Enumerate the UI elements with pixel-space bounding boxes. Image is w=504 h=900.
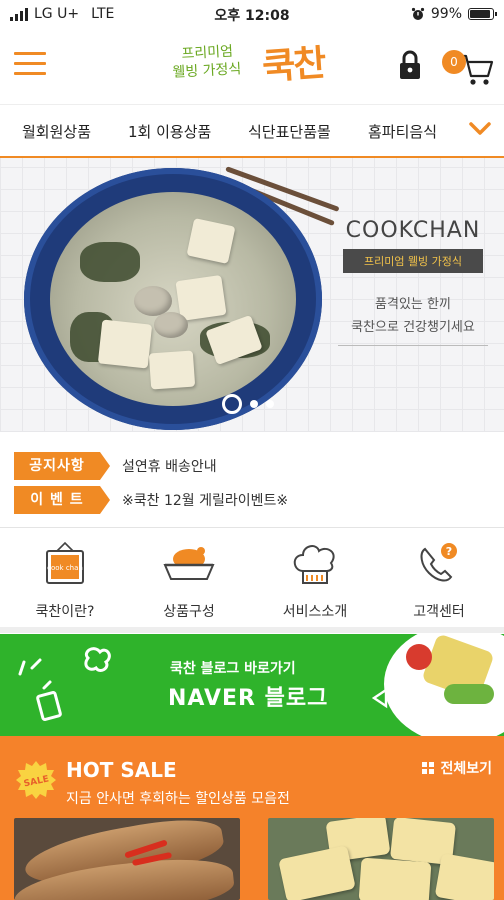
carousel-indicator [222, 394, 274, 414]
logo-tagline: 프리미엄 웰빙 가정식 [171, 42, 242, 82]
quick-label-support: 고객센터 [413, 604, 465, 620]
view-all-label: 전체보기 [440, 761, 492, 777]
notice-text[interactable]: 설연휴 배송안내 [122, 456, 217, 476]
chevron-down-icon[interactable] [468, 119, 492, 139]
event-tag: 이 벤 트 [14, 486, 110, 514]
carousel-dot-active[interactable] [222, 394, 242, 414]
event-row[interactable]: 이 벤 트 ※쿡찬 12월 게릴라이벤트※ [14, 486, 288, 514]
confetti-icon [18, 647, 111, 721]
naver-banner-caption: 쿡찬 블로그 바로가기 [170, 661, 296, 677]
logo-tagline-line2: 웰빙 가정식 [172, 61, 242, 81]
banner-text: COOKCHAN 프리미엄 웰빙 가정식 품격있는 한끼 쿡찬으로 건강챙기세요 [330, 218, 496, 346]
phone-question-icon: ? [420, 543, 457, 582]
grid-icon [422, 762, 435, 774]
naver-banner-title: NAVER 블로그 [168, 686, 329, 711]
banner-line2: 쿡찬으로 건강챙기세요 [351, 320, 475, 335]
quick-menu: cook chan 쿡찬이란? 상품구성 서비스소개 ? 고객센터 [0, 529, 504, 633]
alarm-icon [411, 7, 424, 20]
carousel-dot[interactable] [266, 400, 274, 408]
menu-icon[interactable] [14, 52, 46, 76]
chicken-dish-icon [163, 547, 215, 580]
chef-hat-icon [293, 545, 335, 584]
nav-item-menu-shop[interactable]: 식단표단품몰 [248, 121, 331, 142]
banner-subtitle: 프리미엄 웰빙 가정식 [343, 249, 483, 273]
notice-row[interactable]: 공지사항 설연휴 배송안내 [14, 452, 217, 480]
quick-item-support[interactable]: ? 고객센터 [376, 541, 502, 621]
nav-item-monthly-member[interactable]: 월회원상품 [22, 121, 91, 142]
app-header: 프리미엄 웰빙 가정식 쿡찬 0 [0, 28, 504, 104]
hot-sale-title: HOT SALE [66, 758, 177, 782]
sale-badge-icon: SALE [16, 761, 56, 799]
cookchan-sign-text: cook chan [47, 564, 83, 572]
view-all-link[interactable]: 전체보기 [422, 758, 492, 778]
quick-label-products: 상품구성 [163, 604, 215, 620]
soup-image [50, 192, 296, 406]
hero-banner[interactable]: COOKCHAN 프리미엄 웰빙 가정식 품격있는 한끼 쿡찬으로 건강챙기세요 [0, 156, 504, 432]
product-card[interactable] [268, 818, 494, 900]
notice-tag: 공지사항 [14, 452, 110, 480]
event-text[interactable]: ※쿡찬 12월 게릴라이벤트※ [122, 490, 288, 510]
product-card[interactable] [14, 818, 240, 900]
lock-icon[interactable] [398, 50, 422, 80]
naver-blog-banner[interactable]: 쿡찬 블로그 바로가기 NAVER 블로그 [0, 634, 504, 736]
banner-divider [338, 345, 488, 346]
banner-line1: 품격있는 한끼 [375, 297, 451, 312]
cart-count-badge: 0 [442, 50, 466, 74]
carousel-dot[interactable] [250, 400, 258, 408]
status-bar: LG U+ LTE 오후 12:08 99% [0, 0, 504, 28]
food-plate-image [384, 634, 504, 736]
banner-title: COOKCHAN [345, 218, 481, 243]
cookchan-sign-icon: cook chan [46, 541, 84, 584]
quick-item-about[interactable]: cook chan 쿡찬이란? [2, 541, 128, 621]
logo-wordmark: 쿡찬 [260, 41, 326, 89]
notice-board: 공지사항 설연휴 배송안내 이 벤 트 ※쿡찬 12월 게릴라이벤트※ [0, 432, 504, 528]
hot-sale-section: SALE HOT SALE 지금 안사면 후회하는 할인상품 모음전 전체보기 [0, 736, 504, 900]
hot-sale-subtitle: 지금 안사면 후회하는 할인상품 모음전 [66, 791, 290, 807]
quick-item-products[interactable]: 상품구성 [126, 541, 252, 621]
category-nav: 월회원상품 1회 이용상품 식단표단품몰 홈파티음식 [0, 104, 504, 156]
quick-label-service: 서비스소개 [282, 604, 348, 620]
nav-item-home-party[interactable]: 홈파티음식 [368, 121, 437, 142]
quick-item-service[interactable]: 서비스소개 [252, 541, 378, 621]
svg-text:?: ? [446, 545, 452, 558]
quick-label-about: 쿡찬이란? [35, 604, 95, 620]
battery-icon [468, 8, 497, 20]
cart-button[interactable]: 0 [440, 46, 494, 86]
nav-item-single-use[interactable]: 1회 이용상품 [128, 121, 211, 142]
logo[interactable]: 프리미엄 웰빙 가정식 쿡찬 [172, 36, 336, 96]
battery-percent: 99% [430, 6, 462, 22]
